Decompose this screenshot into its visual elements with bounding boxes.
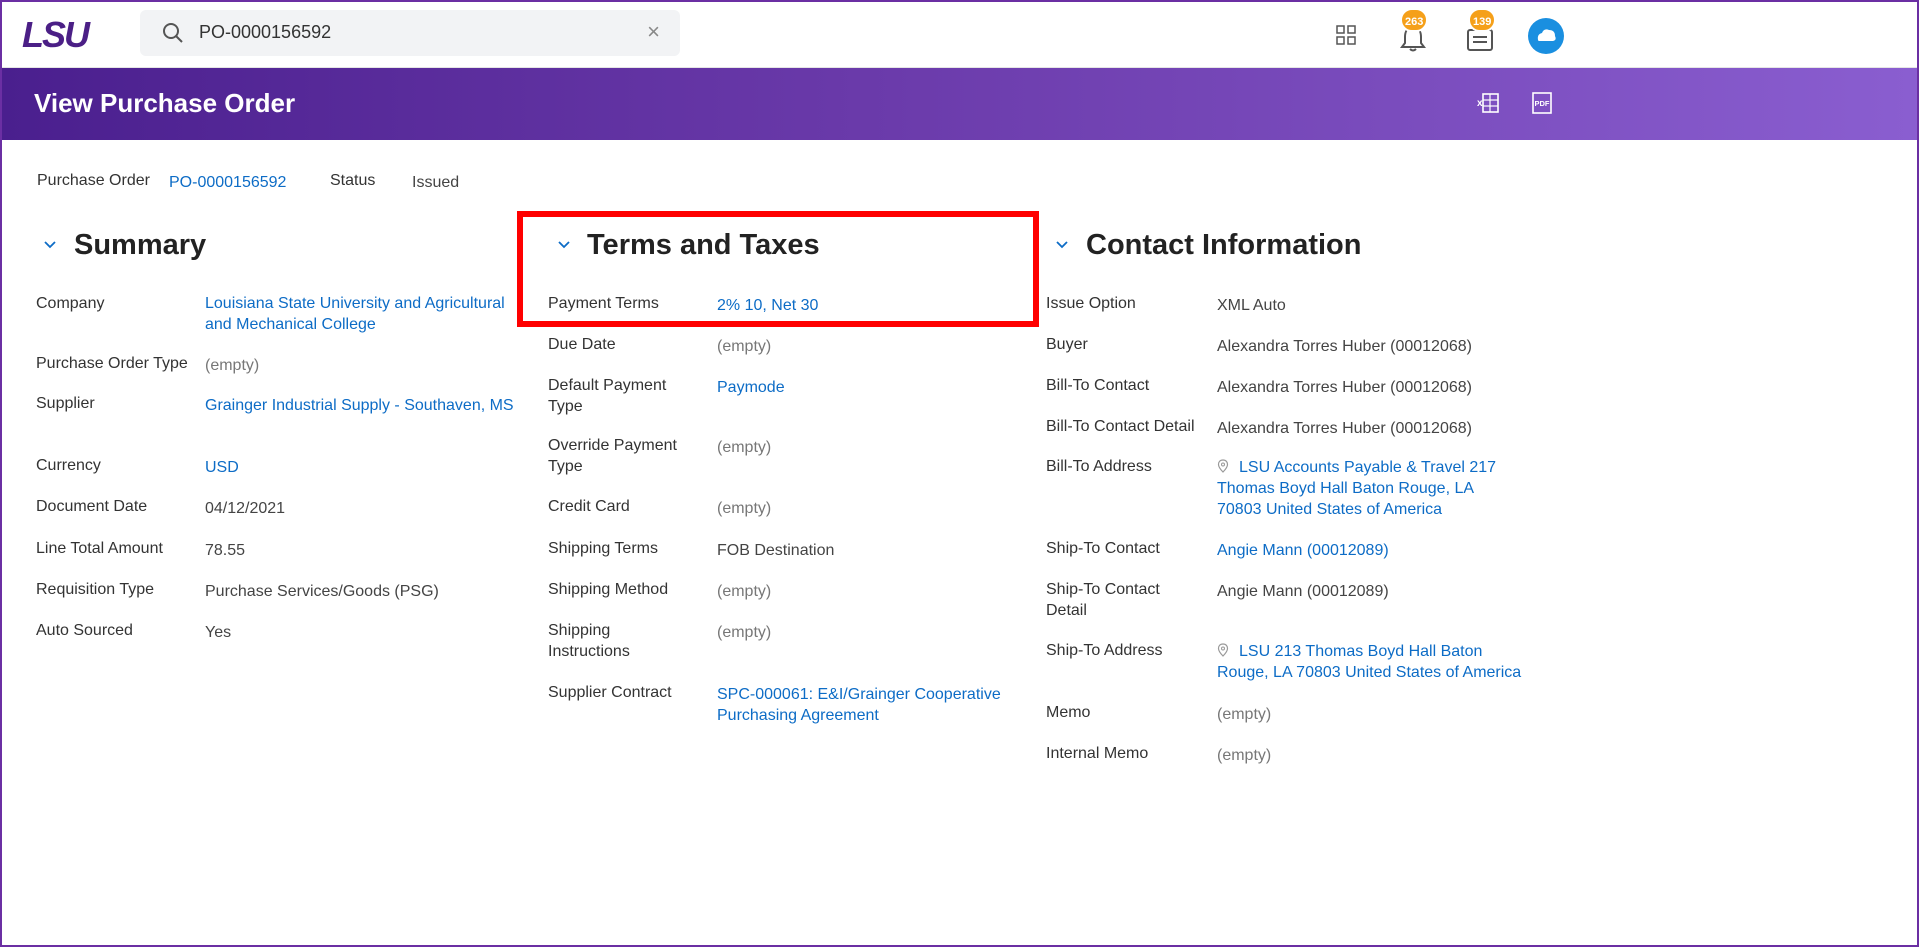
location-pin-icon bbox=[1217, 643, 1229, 657]
supplier-link[interactable]: Grainger Industrial Supply - Southaven, … bbox=[205, 395, 514, 416]
contact-section-title: Contact Information bbox=[1086, 229, 1362, 261]
bill-to-contact-detail-value: Alexandra Torres Huber (00012068) bbox=[1217, 420, 1472, 437]
document-date-label: Document Date bbox=[36, 498, 148, 515]
svg-text:x: x bbox=[1477, 98, 1483, 109]
summary-collapse-chevron-icon[interactable] bbox=[42, 237, 58, 253]
profile-cloud-icon[interactable] bbox=[1528, 18, 1564, 54]
line-total-amount-label: Line Total Amount bbox=[36, 540, 163, 557]
inbox-badge: 139 bbox=[1468, 8, 1497, 32]
company-link[interactable]: Louisiana State University and Agricultu… bbox=[205, 293, 515, 335]
purchase-order-label: Purchase Order bbox=[37, 172, 150, 189]
contact-collapse-chevron-icon[interactable] bbox=[1054, 237, 1070, 253]
supplier-contract-link[interactable]: SPC-000061: E&I/Grainger Cooperative Pur… bbox=[717, 684, 1007, 726]
due-date-label: Due Date bbox=[548, 336, 616, 353]
purchase-order-type-label: Purchase Order Type bbox=[36, 355, 188, 372]
purchase-order-number-link[interactable]: PO-0000156592 bbox=[169, 174, 286, 192]
top-bar: LSU PO-0000156592 × 263 139 bbox=[0, 0, 1919, 68]
buyer-value: Alexandra Torres Huber (00012068) bbox=[1217, 338, 1472, 355]
clear-search-icon[interactable]: × bbox=[647, 21, 660, 43]
search-bar[interactable]: PO-0000156592 × bbox=[140, 10, 680, 56]
auto-sourced-value: Yes bbox=[205, 624, 232, 641]
ship-to-contact-label: Ship-To Contact bbox=[1046, 540, 1160, 557]
window-frame bbox=[0, 0, 1919, 947]
ship-to-address-link[interactable]: LSU 213 Thomas Boyd Hall Baton Rouge, LA… bbox=[1217, 643, 1521, 681]
bill-to-contact-value: Alexandra Torres Huber (00012068) bbox=[1217, 379, 1472, 396]
memo-label: Memo bbox=[1046, 704, 1091, 721]
shipping-instructions-value: (empty) bbox=[717, 624, 772, 641]
ship-to-contact-detail-value: Angie Mann (00012089) bbox=[1217, 583, 1389, 600]
document-date-value: 04/12/2021 bbox=[205, 500, 286, 517]
ship-to-contact-link[interactable]: Angie Mann (00012089) bbox=[1217, 540, 1389, 561]
purchase-order-type-value: (empty) bbox=[205, 357, 260, 374]
export-pdf-icon[interactable]: PDF bbox=[1530, 91, 1554, 115]
bill-to-address-link[interactable]: LSU Accounts Payable & Travel 217 Thomas… bbox=[1217, 459, 1496, 518]
shipping-terms-label: Shipping Terms bbox=[548, 540, 658, 557]
override-payment-type-label: Override Payment Type bbox=[548, 437, 677, 475]
auto-sourced-label: Auto Sourced bbox=[36, 622, 133, 639]
status-label: Status bbox=[330, 172, 376, 189]
shipping-instructions-label: Shipping Instructions bbox=[548, 622, 630, 660]
svg-text:LSU: LSU bbox=[22, 17, 91, 51]
due-date-value: (empty) bbox=[717, 338, 772, 355]
company-label: Company bbox=[36, 295, 105, 312]
default-payment-type-link[interactable]: Paymode bbox=[717, 377, 785, 398]
svg-text:PDF: PDF bbox=[1535, 99, 1550, 108]
override-payment-type-value: (empty) bbox=[717, 439, 772, 456]
bill-to-contact-detail-label: Bill-To Contact Detail bbox=[1046, 418, 1195, 435]
search-input[interactable]: PO-0000156592 bbox=[199, 22, 331, 43]
shipping-terms-value: FOB Destination bbox=[717, 542, 835, 559]
credit-card-label: Credit Card bbox=[548, 498, 630, 515]
bill-to-address-label: Bill-To Address bbox=[1046, 458, 1152, 475]
page-header: View Purchase Order x PDF bbox=[0, 68, 1919, 140]
requisition-type-label: Requisition Type bbox=[36, 581, 154, 598]
search-icon bbox=[163, 23, 183, 43]
supplier-contract-label: Supplier Contract bbox=[548, 684, 672, 701]
ship-to-contact-detail-label: Ship-To Contact Detail bbox=[1046, 581, 1160, 619]
shipping-method-value: (empty) bbox=[717, 583, 772, 600]
currency-label: Currency bbox=[36, 457, 101, 474]
supplier-label: Supplier bbox=[36, 395, 95, 412]
apps-grid-icon[interactable] bbox=[1336, 25, 1356, 45]
page-title: View Purchase Order bbox=[34, 88, 296, 118]
bill-to-address: LSU Accounts Payable & Travel 217 Thomas… bbox=[1217, 457, 1522, 520]
requisition-type-value: Purchase Services/Goods (PSG) bbox=[205, 583, 439, 600]
shipping-method-label: Shipping Method bbox=[548, 581, 669, 598]
highlight-box bbox=[517, 211, 1039, 327]
ship-to-address: LSU 213 Thomas Boyd Hall Baton Rouge, LA… bbox=[1217, 641, 1537, 683]
bill-to-contact-label: Bill-To Contact bbox=[1046, 377, 1150, 394]
summary-section-title: Summary bbox=[74, 229, 207, 261]
inbox-button[interactable]: 139 bbox=[1462, 8, 1506, 54]
internal-memo-label: Internal Memo bbox=[1046, 745, 1149, 762]
credit-card-value: (empty) bbox=[717, 500, 772, 517]
notifications-button[interactable]: 263 bbox=[1396, 8, 1440, 54]
default-payment-type-label: Default Payment Type bbox=[548, 377, 667, 415]
memo-value: (empty) bbox=[1217, 706, 1272, 723]
internal-memo-value: (empty) bbox=[1217, 747, 1272, 764]
ship-to-address-label: Ship-To Address bbox=[1046, 642, 1163, 659]
line-total-amount-value: 78.55 bbox=[205, 542, 246, 559]
lsu-logo[interactable]: LSU bbox=[22, 17, 118, 51]
buyer-label: Buyer bbox=[1046, 336, 1088, 353]
currency-link[interactable]: USD bbox=[205, 457, 239, 478]
issue-option-value: XML Auto bbox=[1217, 297, 1286, 314]
location-pin-icon bbox=[1217, 459, 1229, 473]
issue-option-label: Issue Option bbox=[1046, 295, 1136, 312]
export-excel-icon[interactable]: x bbox=[1477, 91, 1501, 115]
notifications-badge: 263 bbox=[1400, 8, 1429, 32]
status-value: Issued bbox=[412, 174, 460, 191]
